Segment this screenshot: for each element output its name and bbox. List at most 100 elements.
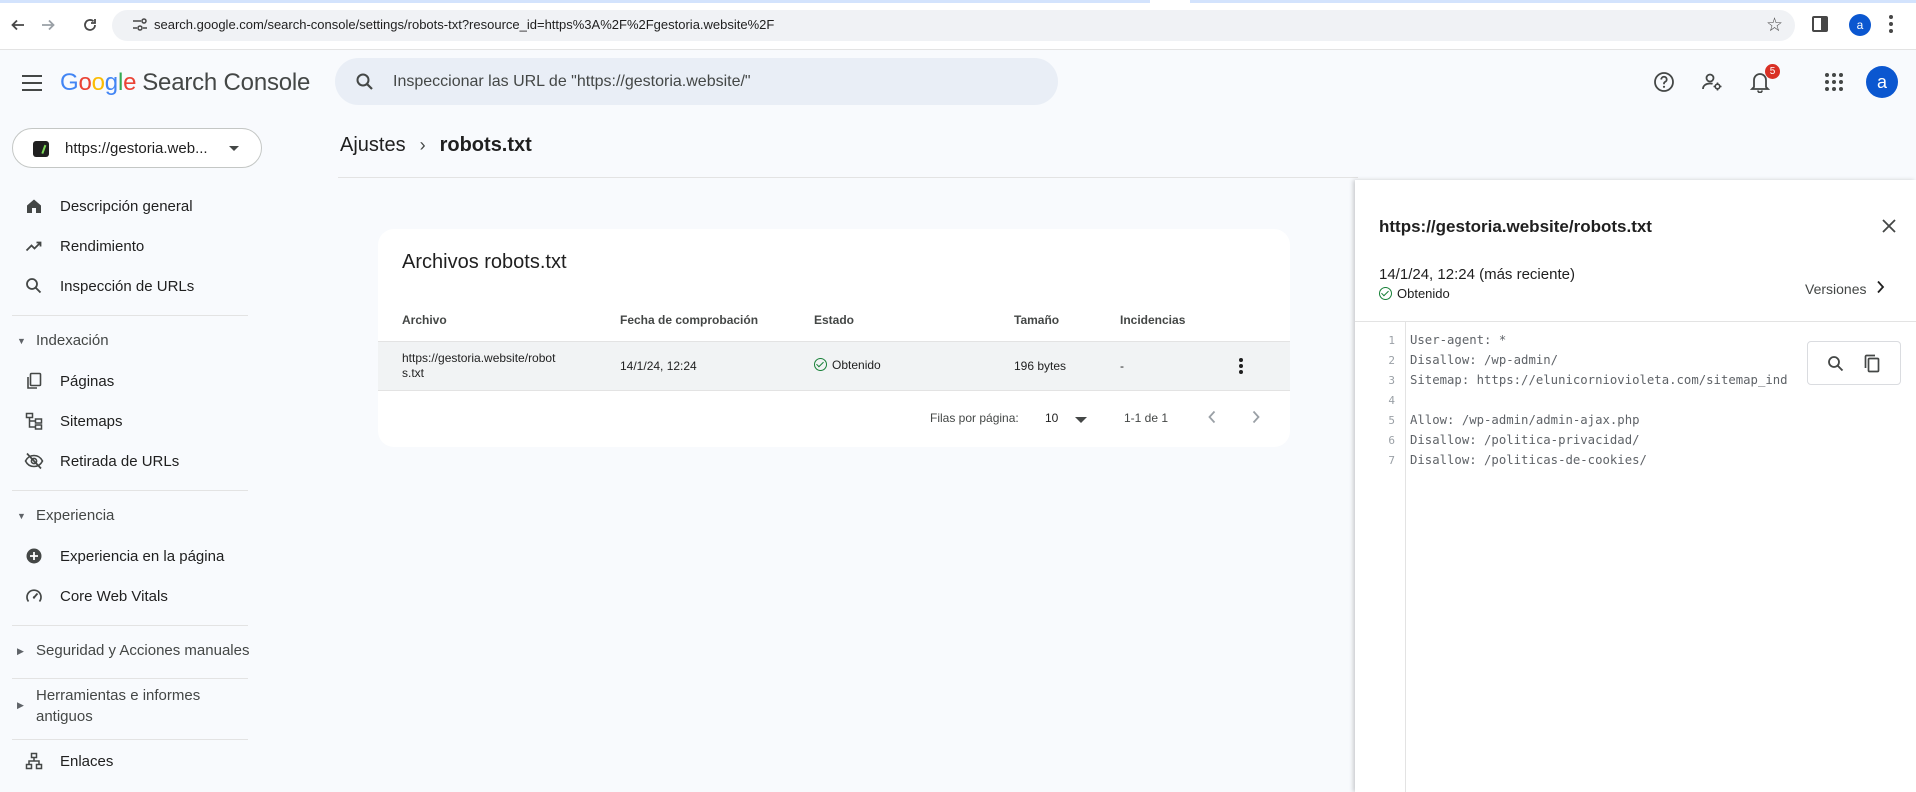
robots-files-card: Archivos robots.txt Archivo Fecha de com… [378,229,1290,447]
column-header-check-date: Fecha de comprobación [620,313,759,327]
code-line: User-agent: * [1410,333,1507,347]
sidebar-divider [12,315,248,316]
column-header-file: Archivo [402,313,447,327]
site-info-icon[interactable] [132,18,148,32]
dropdown-caret-icon [229,146,239,151]
property-selector[interactable]: https://gestoria.web... [12,128,262,168]
column-header-issues: Incidencias [1120,313,1186,327]
page-title: robots.txt [439,134,532,156]
previous-page-icon[interactable] [1203,408,1221,426]
breadcrumb-settings-link[interactable]: Ajustes [340,134,406,157]
panel-status: Obtenido [1379,286,1450,301]
line-number: 6 [1388,434,1395,447]
home-icon [24,196,44,216]
reload-icon[interactable] [78,13,102,37]
row-status-text: Obtenido [832,358,881,372]
panel-title: https://gestoria.website/robots.txt [1379,217,1652,236]
nav-item-page-experience[interactable]: Experiencia en la página [0,536,260,576]
line-number: 3 [1388,374,1395,387]
address-bar[interactable]: search.google.com/search-console/setting… [112,10,1795,41]
notifications-bell-icon[interactable]: 5 [1748,64,1780,94]
table-row[interactable]: https://gestoria.website/robot s.txt 14/… [378,341,1290,391]
side-panel-icon[interactable] [1812,16,1828,32]
nav-item-pages[interactable]: Páginas [0,361,260,401]
tab-strip [0,0,1916,3]
versions-button[interactable]: Versiones [1805,280,1885,297]
pagination-range: 1-1 de 1 [1124,411,1169,425]
property-url: https://gestoria.web... [65,140,208,157]
code-line: Disallow: /wp-admin/ [1410,353,1559,367]
search-input[interactable] [393,58,1033,105]
url-text[interactable]: search.google.com/search-console/setting… [154,17,774,32]
panel-status-text: Obtenido [1397,286,1450,301]
trending-up-icon [24,236,44,256]
code-line: Disallow: /politica-privacidad/ [1410,433,1640,447]
robots-detail-panel: https://gestoria.website/robots.txt 14/1… [1355,180,1916,792]
collapse-arrow-icon: ▼ [17,511,26,521]
nav-item-url-inspection[interactable]: Inspección de URLs [0,266,260,306]
code-line: Sitemap: https://elunicorniovioleta.com/… [1410,373,1788,387]
rows-per-page-label: Filas por página: [930,411,1019,425]
browser-profile-avatar[interactable]: a [1849,14,1871,36]
browser-toolbar: search.google.com/search-console/setting… [0,0,1916,50]
notification-count-badge: 5 [1765,64,1780,79]
collapse-arrow-icon: ▼ [17,336,26,346]
search-console-logo[interactable]: Google Search Console [60,69,310,97]
next-page-icon[interactable] [1247,408,1265,426]
nav-item-sitemaps[interactable]: Sitemaps [0,401,260,441]
card-title: Archivos robots.txt [402,251,567,273]
header-divider [338,177,1358,178]
speed-icon [24,586,44,606]
browser-menu-icon[interactable] [1889,15,1893,33]
panel-version-date: 14/1/24, 12:24 (más reciente) [1379,266,1575,283]
close-icon[interactable] [1880,217,1898,235]
sidebar-divider [12,678,248,679]
google-apps-icon[interactable] [1822,70,1846,94]
nav-item-links[interactable]: Enlaces [0,741,260,781]
chevron-right-icon: › [419,135,426,155]
rows-per-page-caret-icon[interactable] [1075,417,1087,423]
line-number: 5 [1388,414,1395,427]
row-check-date: 14/1/24, 12:24 [620,359,697,373]
line-number: 1 [1388,334,1395,347]
visibility-off-icon [24,451,44,471]
expand-arrow-icon: ▶ [17,646,24,656]
code-line: Allow: /wp-admin/admin-ajax.php [1410,413,1640,427]
user-avatar[interactable]: a [1866,66,1898,98]
expand-arrow-icon: ▶ [17,700,24,710]
sidebar-divider [12,739,248,740]
sitemap-icon [24,411,44,431]
nav-item-performance[interactable]: Rendimiento [0,226,260,266]
rows-per-page-select[interactable]: 10 [1045,411,1058,425]
sidebar-divider [12,490,248,491]
row-file-url-cont: s.txt [402,366,425,380]
main-menu-icon[interactable] [20,74,44,92]
nav-item-removals[interactable]: Retirada de URLs [0,441,260,481]
code-line: Disallow: /politicas-de-cookies/ [1410,453,1647,467]
code-toolbar [1807,341,1901,385]
product-name: Search Console [142,69,311,96]
help-icon[interactable] [1652,70,1676,94]
pages-icon [24,371,44,391]
copy-icon[interactable] [1862,354,1882,374]
url-inspection-search[interactable] [335,58,1058,105]
search-icon [24,276,44,296]
manage-users-icon[interactable] [1700,70,1724,94]
row-file-url: https://gestoria.website/robot [402,351,556,365]
nav-item-core-web-vitals[interactable]: Core Web Vitals [0,576,260,616]
bookmark-star-icon[interactable]: ☆ [1766,14,1783,37]
property-favicon [33,141,49,157]
search-icon[interactable] [1826,354,1846,374]
nav-item-overview[interactable]: Descripción general [0,186,260,226]
back-icon[interactable] [6,13,30,37]
more-vert-icon[interactable] [1239,358,1243,374]
versions-label: Versiones [1805,280,1867,297]
row-status: Obtenido [814,358,881,372]
column-header-size: Tamaño [1014,313,1060,327]
check-circle-icon [814,358,827,371]
forward-icon[interactable] [36,13,60,37]
column-header-status: Estado [814,313,855,327]
links-icon [24,751,44,771]
robots-code-viewer[interactable]: 1 2 3 4 5 6 7 User-agent: * Disallow: /w… [1355,322,1916,792]
line-number: 2 [1388,354,1395,367]
